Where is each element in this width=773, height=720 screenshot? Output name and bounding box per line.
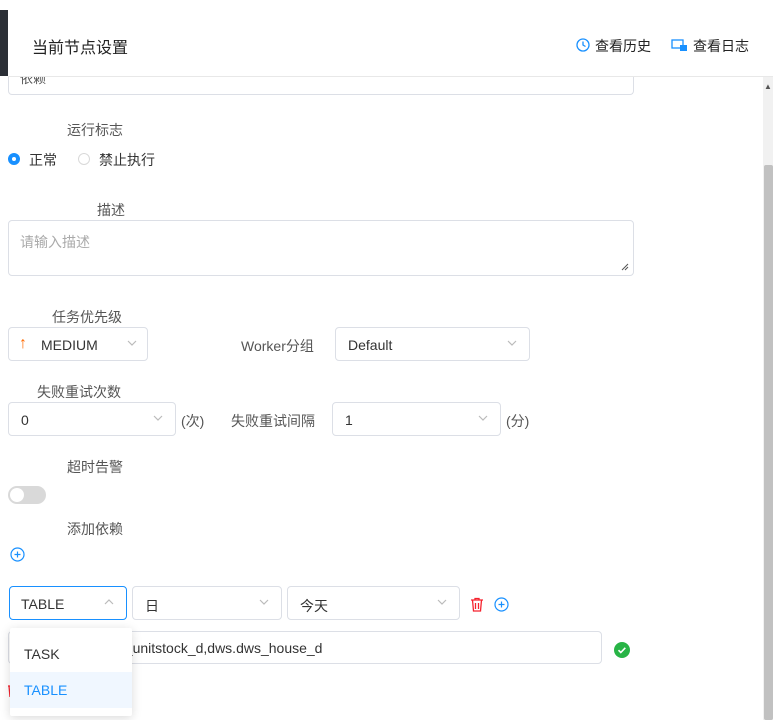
chevron-down-icon	[153, 415, 163, 421]
add-dependency-item-button[interactable]	[494, 597, 509, 615]
check-success-icon	[614, 642, 630, 661]
run-flag-label: 运行标志	[67, 122, 123, 138]
log-icon	[671, 37, 689, 56]
retry-times-label: 失败重试次数	[37, 384, 121, 400]
worker-group-label: Worker分组	[241, 338, 314, 354]
dependency-type-value: TABLE	[21, 596, 65, 612]
retry-interval-unit: (分)	[506, 413, 530, 429]
retry-interval-label: 失败重试间隔	[231, 413, 315, 429]
chevron-up-icon	[104, 599, 114, 605]
retry-times-unit: (次)	[181, 413, 205, 429]
dependency-date-select[interactable]: 今天	[287, 586, 460, 620]
dropdown-option-task[interactable]: TASK	[10, 636, 132, 672]
chevron-down-icon	[437, 599, 447, 605]
dark-strip-top	[0, 10, 8, 76]
view-history-label: 查看历史	[595, 38, 651, 54]
priority-select[interactable]: ↑ MEDIUM	[8, 327, 148, 361]
retry-times-value: 0	[21, 412, 29, 428]
scrollbar-thumb[interactable]	[764, 165, 773, 720]
run-flag-option-normal[interactable]: 正常	[29, 150, 57, 170]
trash-icon	[471, 597, 483, 612]
dependency-cycle-select[interactable]: 日	[132, 586, 282, 620]
priority-label: 任务优先级	[52, 309, 122, 325]
retry-times-select[interactable]: 0	[8, 402, 176, 436]
dependency-date-value: 今天	[300, 598, 328, 614]
add-dependency-label: 添加依赖	[67, 521, 123, 537]
description-label: 描述	[97, 202, 125, 218]
priority-up-arrow-icon: ↑	[19, 335, 27, 352]
history-icon	[575, 37, 591, 56]
dropdown-option-table[interactable]: TABLE	[10, 672, 132, 708]
chevron-down-icon	[259, 599, 269, 605]
switch-knob	[10, 488, 24, 502]
description-textarea[interactable]: 请输入描述	[8, 220, 634, 276]
description-placeholder: 请输入描述	[20, 234, 90, 250]
dependency-type-select[interactable]: TABLE	[9, 586, 127, 620]
retry-interval-select[interactable]: 1	[332, 402, 501, 436]
resize-handle-icon[interactable]	[621, 263, 629, 271]
chevron-down-icon	[507, 340, 517, 346]
chevron-down-icon	[127, 340, 137, 346]
run-flag-radio-forbidden[interactable]	[78, 153, 90, 165]
delete-dependency-button[interactable]	[470, 597, 484, 615]
page-title-top: 当前节点设置	[32, 40, 129, 57]
dependency-tables-value: g_unitstock_d,dws.dws_house_d	[117, 640, 323, 656]
plus-circle-icon	[494, 597, 509, 612]
plus-circle-icon	[10, 547, 25, 562]
view-log-label: 查看日志	[693, 38, 749, 54]
dependency-type-dropdown: TASK TABLE	[10, 628, 132, 716]
timeout-alarm-label: 超时告警	[67, 459, 123, 475]
dependency-cycle-value: 日	[145, 598, 159, 614]
run-flag-radio-normal[interactable]	[8, 153, 20, 165]
view-log-button-top[interactable]: 查看日志	[671, 36, 749, 56]
priority-value: MEDIUM	[41, 337, 98, 353]
view-history-button-top[interactable]: 查看历史	[575, 36, 651, 56]
worker-group-value: Default	[348, 337, 393, 353]
retry-interval-value: 1	[345, 412, 353, 428]
add-dependency-button[interactable]	[10, 547, 25, 565]
run-flag-option-forbidden[interactable]: 禁止执行	[99, 150, 155, 170]
scroll-up-arrow-icon[interactable]: ▲	[764, 82, 772, 91]
worker-group-select[interactable]: Default	[335, 327, 530, 361]
chevron-down-icon	[478, 415, 488, 421]
timeout-alarm-switch[interactable]	[8, 486, 46, 504]
